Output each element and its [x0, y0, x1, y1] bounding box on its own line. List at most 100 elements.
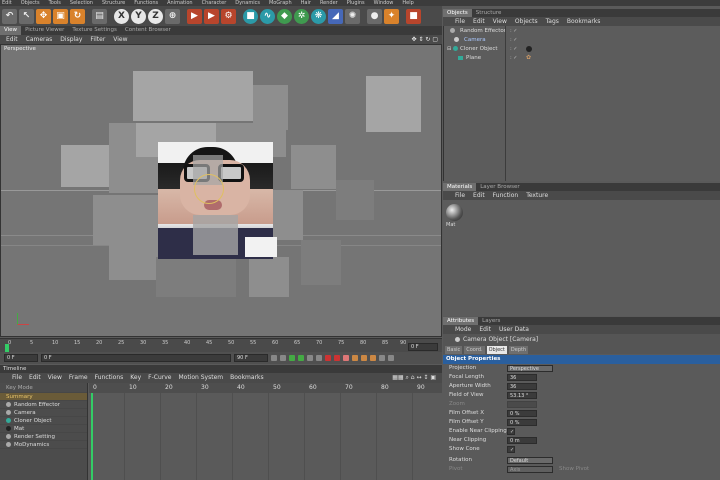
rotate-icon[interactable]: ↻ [70, 8, 85, 24]
timeline-mode[interactable]: Key Mode [0, 383, 87, 393]
coordinate-system-icon[interactable]: ⊕ [165, 8, 180, 24]
timeline-ruler[interactable]: 0 5 10 15 20 25 30 35 40 45 50 55 60 65 … [0, 338, 442, 352]
obj-menu-objects[interactable]: Objects [515, 18, 538, 26]
array-icon[interactable]: ✲ [294, 8, 309, 24]
att-menu-edit[interactable]: Edit [479, 326, 491, 334]
pla-key-icon[interactable] [388, 355, 394, 361]
camera-gizmo[interactable] [194, 174, 224, 204]
tab-content-browser[interactable]: Content Browser [121, 26, 175, 35]
viewport-menu-display[interactable]: Display [60, 36, 82, 44]
subtab-basic[interactable]: Basic [445, 345, 463, 354]
position-key-icon[interactable] [352, 355, 358, 361]
viewport-menu-filter[interactable]: Filter [90, 36, 105, 44]
record-icon[interactable] [325, 355, 331, 361]
film-offset-y-field[interactable]: 0 % [507, 419, 537, 426]
att-menu-user-data[interactable]: User Data [499, 326, 529, 334]
timeline-row[interactable]: Render Setting [0, 433, 87, 441]
mat-menu-file[interactable]: File [455, 192, 465, 200]
timeline-tool-icons[interactable]: ▦▦ ⌕ ⌂ ↔ ↕ ▣ [392, 374, 436, 382]
environment-icon[interactable]: ✺ [345, 8, 360, 24]
end-frame-field[interactable]: 90 F [234, 354, 268, 362]
column-divider[interactable] [505, 26, 506, 181]
material-thumbnail[interactable] [446, 204, 463, 221]
play-icon[interactable] [298, 355, 304, 361]
frame-range-slider[interactable]: 0 F [41, 354, 231, 362]
obj-menu-tags[interactable]: Tags [546, 18, 559, 26]
rotation-dropdown[interactable]: Default [507, 457, 553, 464]
goto-end-icon[interactable] [316, 355, 322, 361]
tl-menu-view[interactable]: View [48, 374, 62, 382]
move-icon[interactable]: ✥ [36, 8, 51, 24]
x-axis-icon[interactable]: X [114, 8, 129, 24]
object-row[interactable]: Plane: ✓ ✿ [444, 53, 720, 62]
object-row[interactable]: Camera: ✓ [444, 35, 720, 44]
focal-length-field[interactable]: 36 [507, 374, 537, 381]
ruler-frame-field[interactable]: 0 F [408, 343, 438, 351]
timeline-keys-area[interactable]: 0 10 20 30 40 50 60 70 80 90 [89, 383, 442, 480]
tab-picture-viewer[interactable]: Picture Viewer [21, 26, 68, 35]
deformer-icon[interactable]: ❋ [311, 8, 326, 24]
autokey-icon[interactable] [334, 355, 340, 361]
start-frame-field[interactable]: 0 F [4, 354, 38, 362]
att-menu-mode[interactable]: Mode [455, 326, 471, 334]
viewport-menu-view[interactable]: View [113, 36, 127, 44]
timeline-row[interactable]: Random Effector [0, 401, 87, 409]
spline-icon[interactable]: ∿ [260, 8, 275, 24]
viewport-nav-icons[interactable]: ✥ ⇕ ↻ ▢ [412, 36, 438, 44]
tl-menu-motion-system[interactable]: Motion System [179, 374, 224, 382]
visibility-toggle[interactable]: : ✓ [510, 37, 517, 43]
render-settings-icon[interactable]: ⚙ [221, 8, 236, 24]
subtab-coord[interactable]: Coord. [464, 345, 485, 354]
y-axis-icon[interactable]: Y [131, 8, 146, 24]
obj-menu-bookmarks[interactable]: Bookmarks [567, 18, 601, 26]
tl-menu-bookmarks[interactable]: Bookmarks [230, 374, 264, 382]
tab-view[interactable]: View [0, 26, 22, 35]
editor-render-icon[interactable]: ■ [406, 8, 421, 24]
material-tag-icon[interactable] [526, 45, 532, 52]
film-offset-x-field[interactable]: 0 % [507, 410, 537, 417]
z-axis-icon[interactable]: Z [148, 8, 163, 24]
undo-icon[interactable]: ↶ [2, 8, 17, 24]
render-view-icon[interactable]: ▶ [187, 8, 202, 24]
show-cone-checkbox[interactable]: ✓ [507, 446, 515, 453]
tag-icon[interactable]: ✿ [526, 54, 531, 61]
visibility-toggle[interactable]: : ✓ [510, 28, 517, 34]
timeline-row[interactable]: MoDynamics [0, 441, 87, 449]
playhead[interactable] [5, 344, 9, 352]
obj-menu-edit[interactable]: Edit [473, 18, 485, 26]
viewport-menu-cameras[interactable]: Cameras [26, 36, 53, 44]
subtab-depth[interactable]: Depth [508, 345, 529, 354]
obj-menu-view[interactable]: View [493, 18, 507, 26]
param-key-icon[interactable] [379, 355, 385, 361]
field-of-view-field[interactable]: 53.13 ° [507, 392, 537, 399]
object-row[interactable]: Random Effector: ✓ [444, 26, 720, 35]
visibility-toggle[interactable]: : ✓ [510, 55, 517, 61]
tl-menu-frame[interactable]: Frame [69, 374, 88, 382]
timeline-row[interactable]: Mat [0, 425, 87, 433]
prev-key-icon[interactable] [280, 355, 286, 361]
visibility-toggle[interactable]: : ✓ [510, 46, 517, 52]
object-row[interactable]: ⊟ Cloner Object: ✓ [444, 44, 720, 53]
timeline-row[interactable]: Summary [0, 393, 87, 401]
nurbs-icon[interactable]: ◆ [277, 8, 292, 24]
timeline-playhead[interactable] [91, 393, 93, 480]
tl-menu-edit[interactable]: Edit [29, 374, 41, 382]
aperture-width-field[interactable]: 36 [507, 383, 537, 390]
mat-menu-edit[interactable]: Edit [473, 192, 485, 200]
camera-icon[interactable]: ● [367, 8, 382, 24]
scale-key-icon[interactable] [361, 355, 367, 361]
collapse-icon[interactable]: ⊟ [447, 46, 451, 52]
cube-primitive-icon[interactable]: ■ [243, 8, 258, 24]
rotation-key-icon[interactable] [370, 355, 376, 361]
scene-icon[interactable]: ◢ [328, 8, 343, 24]
material-name[interactable]: Mat [446, 221, 455, 229]
tl-menu-file[interactable]: File [12, 374, 22, 382]
viewport-3d[interactable]: Perspective [0, 44, 442, 337]
timeline-row[interactable]: Camera [0, 409, 87, 417]
projection-dropdown[interactable]: Perspective [507, 365, 553, 372]
mat-menu-texture[interactable]: Texture [526, 192, 548, 200]
tl-menu-fcurve[interactable]: F-Curve [148, 374, 171, 382]
mat-menu-function[interactable]: Function [493, 192, 519, 200]
light-icon[interactable]: ✦ [384, 8, 399, 24]
play-backward-icon[interactable] [289, 355, 295, 361]
